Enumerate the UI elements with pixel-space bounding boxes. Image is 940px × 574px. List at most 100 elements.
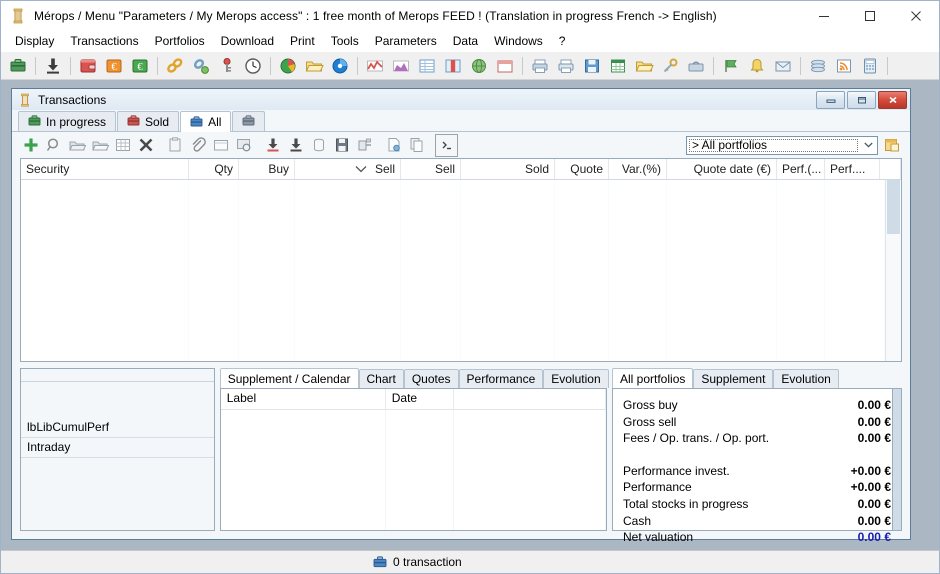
spreadsheet-green-icon[interactable]	[607, 55, 629, 77]
supplement-col-date[interactable]: Date	[386, 389, 454, 409]
tab-quotes[interactable]: Quotes	[403, 369, 459, 388]
tab-extra[interactable]	[232, 111, 266, 131]
archive-in-icon[interactable]	[66, 135, 87, 156]
tab-in-progress[interactable]: In progress	[18, 111, 117, 131]
grid-body[interactable]	[21, 180, 901, 361]
summary-vertical-scrollbar[interactable]	[892, 389, 901, 530]
grid-vertical-scrollbar[interactable]	[885, 180, 901, 361]
download-arrow-icon[interactable]	[42, 55, 64, 77]
tab-all-portfolios[interactable]: All portfolios	[612, 368, 694, 388]
delete-x-icon[interactable]	[135, 135, 156, 156]
save-doc-icon[interactable]	[331, 135, 352, 156]
grid-col-perf-2[interactable]: Perf....	[825, 159, 880, 179]
blue-circle-icon[interactable]	[329, 55, 351, 77]
rss-orange-icon[interactable]	[833, 55, 855, 77]
chart-line-red-icon[interactable]	[364, 55, 386, 77]
bell-yellow-icon[interactable]	[746, 55, 768, 77]
link-chain-icon[interactable]	[164, 55, 186, 77]
pie-chart-icon[interactable]	[277, 55, 299, 77]
layers-icon[interactable]	[807, 55, 829, 77]
save-blue-icon[interactable]	[581, 55, 603, 77]
tab-summary-evolution[interactable]: Evolution	[773, 369, 839, 388]
grid-col-qty[interactable]: Qty	[189, 159, 239, 179]
grid-col-sold[interactable]: Sold	[461, 159, 555, 179]
grid-col-quote-date[interactable]: Quote date (€)	[667, 159, 777, 179]
note-icon[interactable]	[210, 135, 231, 156]
menu-item-help[interactable]: ?	[551, 32, 574, 50]
copy-doc-icon[interactable]	[406, 135, 427, 156]
tab-summary-supplement[interactable]: Supplement	[693, 369, 774, 388]
console-icon[interactable]	[435, 133, 458, 157]
menu-item-download[interactable]: Download	[213, 32, 282, 50]
flag-green-icon[interactable]	[720, 55, 742, 77]
mdi-restore-button[interactable]	[847, 90, 876, 109]
grid-col-sell-sorted[interactable]: Sell	[295, 159, 401, 179]
maximize-button[interactable]	[847, 1, 893, 30]
table-blue-icon[interactable]	[416, 55, 438, 77]
archive-out-icon[interactable]	[89, 135, 110, 156]
window-red-icon[interactable]	[494, 55, 516, 77]
key-tools-icon[interactable]	[659, 55, 681, 77]
search-magnifier-icon[interactable]	[43, 135, 64, 156]
menu-item-windows[interactable]: Windows	[486, 32, 551, 50]
clipboard-icon[interactable]	[164, 135, 185, 156]
link-settings-icon[interactable]	[190, 55, 212, 77]
wallet-red-icon[interactable]	[77, 55, 99, 77]
book-red-icon[interactable]	[442, 55, 464, 77]
euro-orange-icon[interactable]: €	[103, 55, 125, 77]
folder-open-icon[interactable]	[633, 55, 655, 77]
close-button[interactable]	[893, 1, 939, 30]
key-red-icon[interactable]	[216, 55, 238, 77]
briefcase-green-icon[interactable]	[7, 55, 29, 77]
chart-area-purple-icon[interactable]	[390, 55, 412, 77]
tab-evolution[interactable]: Evolution	[543, 369, 609, 388]
menu-item-tools[interactable]: Tools	[323, 32, 367, 50]
minimize-button[interactable]	[801, 1, 847, 30]
tab-all[interactable]: All	[180, 111, 232, 132]
clock-icon[interactable]	[242, 55, 264, 77]
scrollbar-thumb[interactable]	[887, 180, 900, 234]
menu-item-parameters[interactable]: Parameters	[367, 32, 445, 50]
grid-table-icon[interactable]	[112, 135, 133, 156]
menu-item-portfolios[interactable]: Portfolios	[147, 32, 213, 50]
portfolio-select[interactable]: > All portfolios	[686, 135, 878, 155]
new-doc-icon[interactable]	[383, 135, 404, 156]
mail-icon[interactable]	[772, 55, 794, 77]
export-down-icon[interactable]	[285, 135, 306, 156]
grid-col-quote[interactable]: Quote	[555, 159, 609, 179]
portfolio-edit-icon[interactable]	[882, 135, 902, 155]
supplement-grid-body[interactable]	[221, 410, 606, 530]
tab-supplement-calendar[interactable]: Supplement / Calendar	[219, 368, 359, 388]
menu-item-transactions[interactable]: Transactions	[62, 32, 146, 50]
attachment-clip-icon[interactable]	[187, 135, 208, 156]
menu-item-display[interactable]: Display	[7, 32, 62, 50]
supplement-col-label[interactable]: Label	[221, 389, 386, 409]
menu-item-print[interactable]: Print	[282, 32, 323, 50]
mdi-close-button[interactable]	[878, 90, 907, 109]
grid-col-var[interactable]: Var.(%)	[609, 159, 667, 179]
folder-yellow-icon[interactable]	[303, 55, 325, 77]
printer-icon[interactable]	[555, 55, 577, 77]
import-down-red-icon[interactable]	[262, 135, 283, 156]
note-search-icon[interactable]	[233, 135, 254, 156]
mdi-minimize-button[interactable]	[816, 90, 845, 109]
tab-performance[interactable]: Performance	[458, 369, 544, 388]
printer-small-icon[interactable]	[354, 135, 375, 156]
menu-item-data[interactable]: Data	[445, 32, 486, 50]
tab-chart[interactable]: Chart	[358, 369, 404, 388]
portfolio-summary-panel: All portfolios Supplement Evolution Gros…	[612, 368, 902, 544]
tab-sold[interactable]: Sold	[117, 111, 180, 131]
grid-col-buy[interactable]: Buy	[239, 159, 295, 179]
grid-col-perf-1[interactable]: Perf.(...	[777, 159, 825, 179]
euro-green-icon[interactable]: €	[129, 55, 151, 77]
calculator-blue-icon[interactable]	[859, 55, 881, 77]
toolbox-icon[interactable]	[685, 55, 707, 77]
chevron-down-icon[interactable]	[860, 137, 877, 154]
grid-col-security[interactable]: Security	[21, 159, 189, 179]
add-plus-icon[interactable]	[20, 135, 41, 156]
globe-green-icon[interactable]	[468, 55, 490, 77]
grid-col-sell[interactable]: Sell	[401, 159, 461, 179]
database-icon[interactable]	[308, 135, 329, 156]
svg-text:€: €	[137, 61, 143, 73]
print-icon[interactable]	[529, 55, 551, 77]
